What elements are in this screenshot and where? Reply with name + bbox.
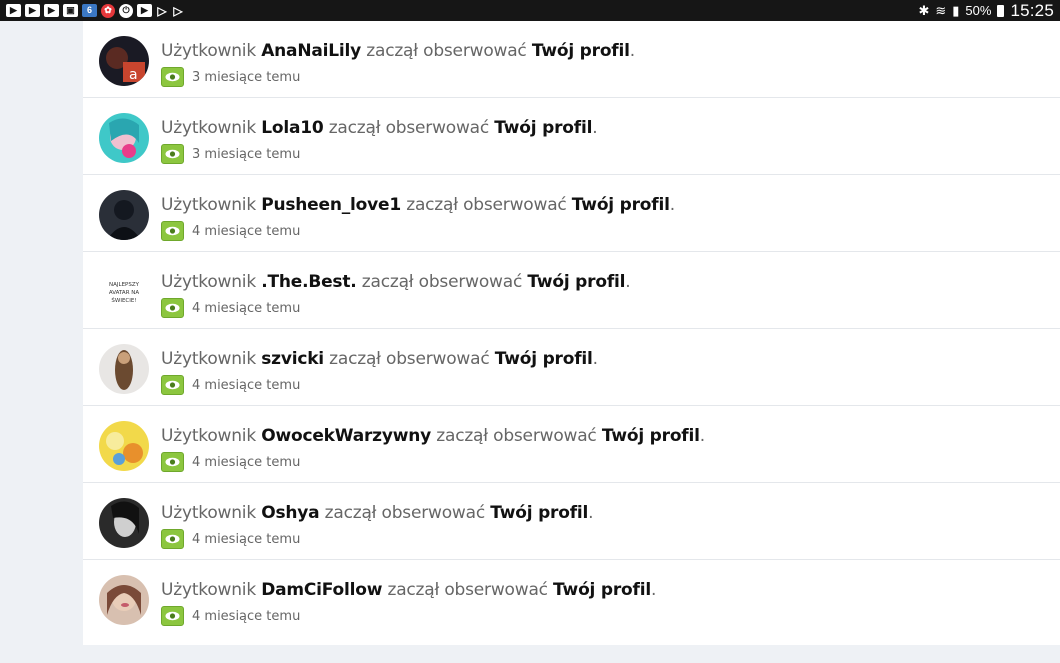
timestamp: 4 miesiące temu: [192, 300, 301, 316]
profile-link[interactable]: Twój profil: [495, 349, 593, 369]
badge-6-icon: 6: [82, 4, 97, 17]
notifications-list: a Użytkownik AnaNaiLily zaczął obserwowa…: [83, 21, 1060, 645]
username-link[interactable]: DamCiFollow: [261, 580, 382, 600]
avatar[interactable]: [99, 421, 149, 471]
notification-text: Użytkownik Pusheen_love1 zaczął obserwow…: [161, 195, 675, 215]
svg-text:AVATAR NA: AVATAR NA: [109, 290, 140, 296]
status-bar-notification-icons: ▶ ▶ ▶ ▣ 6 ✿ ⏻ ▶ ▷ ▷: [6, 3, 184, 18]
notification-text: Użytkownik Oshya zaczął obserwować Twój …: [161, 503, 594, 523]
profile-link[interactable]: Twój profil: [602, 426, 700, 446]
wifi-icon: ≋: [935, 2, 947, 18]
avatar[interactable]: [99, 575, 149, 625]
status-bar-system-icons: ✱ ≋ ▮ 50% 15:25: [918, 1, 1054, 21]
svg-text:a: a: [129, 67, 138, 83]
timestamp: 4 miesiące temu: [192, 377, 301, 393]
signal-icon: ▮: [952, 2, 960, 18]
eye-icon: [161, 298, 184, 318]
avatar[interactable]: [99, 190, 149, 240]
youtube-icon: ▶: [44, 4, 59, 17]
profile-link[interactable]: Twój profil: [490, 503, 588, 523]
timestamp: 3 miesiące temu: [192, 146, 301, 162]
notification-text: Użytkownik szvicki zaczął obserwować Twó…: [161, 349, 598, 369]
gallery-icon: ▣: [63, 4, 78, 17]
avatar[interactable]: a: [99, 36, 149, 86]
notification-item[interactable]: Użytkownik Lola10 zaczął obserwować Twój…: [83, 98, 1060, 175]
timestamp: 4 miesiące temu: [192, 454, 301, 470]
battery-percent: 50%: [965, 3, 992, 18]
notification-item[interactable]: a Użytkownik AnaNaiLily zaczął obserwowa…: [83, 21, 1060, 98]
battery-icon: [997, 4, 1005, 17]
eye-icon: [161, 529, 184, 549]
eye-icon: [161, 221, 184, 241]
timestamp: 4 miesiące temu: [192, 531, 301, 547]
notification-item[interactable]: Użytkownik szvicki zaczął obserwować Twó…: [83, 329, 1060, 406]
notification-text: Użytkownik Lola10 zaczął obserwować Twój…: [161, 118, 598, 138]
profile-link[interactable]: Twój profil: [494, 118, 592, 138]
timestamp: 3 miesiące temu: [192, 69, 301, 85]
avatar[interactable]: [99, 344, 149, 394]
power-app-icon: ⏻: [119, 3, 133, 18]
eye-icon: [161, 144, 184, 164]
avatar[interactable]: [99, 498, 149, 548]
notification-item[interactable]: NAJLEPSZY AVATAR NA ŚWIECIE! Użytkownik …: [83, 252, 1060, 329]
avatar[interactable]: NAJLEPSZY AVATAR NA ŚWIECIE!: [99, 267, 149, 317]
notification-text: Użytkownik DamCiFollow zaczął obserwować…: [161, 580, 657, 600]
avatar[interactable]: [99, 113, 149, 163]
clock: 15:25: [1010, 0, 1054, 20]
username-link[interactable]: .The.Best.: [261, 272, 357, 292]
username-link[interactable]: Oshya: [261, 503, 319, 523]
youtube-icon: ▶: [25, 4, 40, 17]
profile-link[interactable]: Twój profil: [553, 580, 651, 600]
svg-text:NAJLEPSZY: NAJLEPSZY: [109, 282, 140, 288]
eye-icon: [161, 67, 184, 87]
notification-item[interactable]: Użytkownik DamCiFollow zaczął obserwować…: [83, 560, 1060, 637]
eye-icon: [161, 452, 184, 472]
profile-link[interactable]: Twój profil: [572, 195, 670, 215]
notification-item[interactable]: Użytkownik OwocekWarzywny zaczął obserwo…: [83, 406, 1060, 483]
red-app-icon: ✿: [101, 3, 115, 18]
timestamp: 4 miesiące temu: [192, 223, 301, 239]
timestamp: 4 miesiące temu: [192, 608, 301, 624]
notification-item[interactable]: Użytkownik Pusheen_love1 zaczął obserwow…: [83, 175, 1060, 252]
username-link[interactable]: szvicki: [261, 349, 324, 369]
profile-link[interactable]: Twój profil: [527, 272, 625, 292]
youtube-icon: ▶: [137, 4, 152, 17]
username-link[interactable]: OwocekWarzywny: [261, 426, 431, 446]
notification-item[interactable]: Użytkownik Oshya zaczął obserwować Twój …: [83, 483, 1060, 560]
notification-text: Użytkownik .The.Best. zaczął obserwować …: [161, 272, 631, 292]
eye-icon: [161, 375, 184, 395]
play-store-icon: ▷: [173, 3, 183, 18]
status-bar: ▶ ▶ ▶ ▣ 6 ✿ ⏻ ▶ ▷ ▷ ✱ ≋ ▮ 50% 15:25: [0, 0, 1060, 21]
notification-text: Użytkownik AnaNaiLily zaczął obserwować …: [161, 41, 635, 61]
play-store-icon: ▷: [157, 3, 167, 18]
notification-text: Użytkownik OwocekWarzywny zaczął obserwo…: [161, 426, 705, 446]
profile-link[interactable]: Twój profil: [532, 41, 630, 61]
svg-text:ŚWIECIE!: ŚWIECIE!: [111, 297, 136, 304]
youtube-icon: ▶: [6, 4, 21, 17]
bluetooth-icon: ✱: [918, 2, 930, 18]
username-link[interactable]: Pusheen_love1: [261, 195, 401, 215]
username-link[interactable]: Lola10: [261, 118, 323, 138]
username-link[interactable]: AnaNaiLily: [261, 41, 361, 61]
eye-icon: [161, 606, 184, 626]
